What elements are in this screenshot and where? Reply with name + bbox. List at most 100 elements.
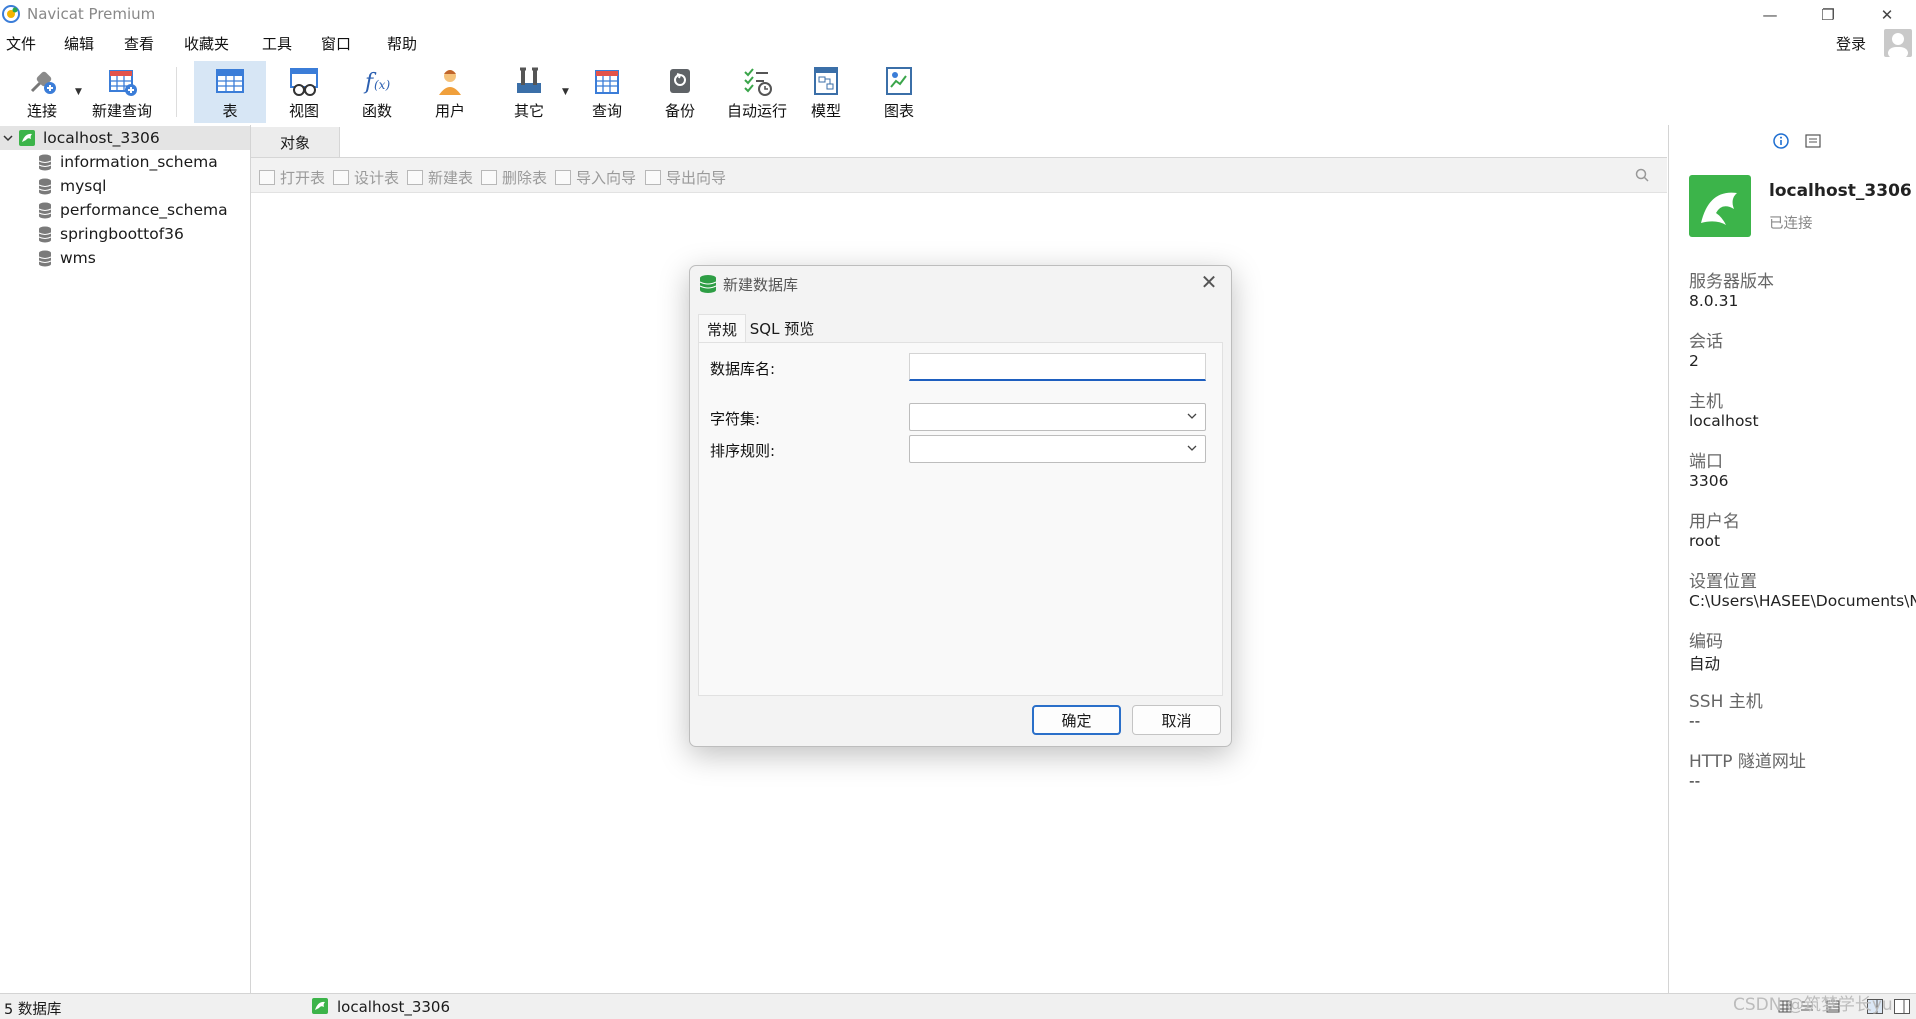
ddl-pane-toggle-icon[interactable]	[1894, 999, 1910, 1014]
menu-favorites[interactable]: 收藏夹	[184, 33, 229, 54]
backup-button[interactable]: 备份	[644, 61, 716, 123]
chart-label: 图表	[883, 102, 914, 120]
view-button[interactable]: 视图	[268, 61, 340, 123]
info-value: --	[1689, 772, 1701, 790]
info-key: 设置位置	[1689, 572, 1757, 592]
cancel-button[interactable]: 取消	[1132, 705, 1221, 735]
menu-tools[interactable]: 工具	[262, 33, 292, 54]
tab-sql-preview[interactable]: SQL 预览	[747, 314, 817, 342]
database-green-icon	[699, 275, 717, 293]
chart-icon	[886, 67, 912, 95]
menu-file[interactable]: 文件	[6, 33, 36, 54]
design-table-icon	[333, 170, 349, 185]
info-key: 服务器版本	[1689, 272, 1774, 292]
chevron-down-icon[interactable]	[3, 133, 13, 143]
menu-edit[interactable]: 编辑	[64, 33, 94, 54]
mysql-dolphin-icon	[1701, 192, 1737, 225]
tree-database-item[interactable]: springboottof36	[0, 222, 250, 246]
close-window-button[interactable]: ✕	[1858, 0, 1916, 29]
new-table-icon	[407, 170, 423, 185]
ddl-icon[interactable]	[1805, 134, 1821, 148]
window-title: Navicat Premium	[27, 5, 156, 23]
collation-select[interactable]	[909, 435, 1206, 463]
toolbar-divider	[176, 67, 177, 117]
import-wizard-button[interactable]: 导入向导	[555, 167, 636, 188]
query-label: 查询	[591, 102, 622, 120]
tree-database-item[interactable]: wms	[0, 246, 250, 270]
others-button[interactable]: 其它	[493, 61, 565, 123]
database-icon	[38, 250, 52, 266]
new-query-label: 新建查询	[91, 102, 152, 120]
tree-database-label: information_schema	[60, 153, 218, 171]
model-button[interactable]: 模型	[790, 61, 862, 123]
charset-select[interactable]	[909, 403, 1206, 431]
info-value: 自动	[1689, 655, 1721, 673]
user-icon	[439, 70, 461, 95]
export-icon	[645, 170, 661, 185]
chevron-down-icon	[1187, 413, 1197, 419]
status-bar: 5 数据库 localhost_3306	[0, 993, 1916, 1019]
connection-tree: localhost_3306 information_schema mysql …	[0, 125, 251, 993]
main-toolbar: 连接 ▼ 新建查询 表 视图 f (x) 函数 用户 其它 ▼ 查询 备份 自动…	[0, 57, 1916, 125]
function-icon: f (x)	[363, 70, 390, 95]
delete-table-button[interactable]: 删除表	[481, 167, 547, 188]
object-toolbar: 打开表 设计表 新建表 删除表 导入向导 导出向导	[251, 158, 1667, 193]
database-icon	[38, 202, 52, 218]
user-avatar-icon	[1888, 33, 1908, 57]
connect-dropdown-icon[interactable]: ▼	[75, 87, 82, 97]
tree-database-item[interactable]: performance_schema	[0, 198, 250, 222]
info-key: 主机	[1689, 392, 1723, 412]
backup-label: 备份	[664, 102, 695, 120]
menu-view[interactable]: 查看	[124, 33, 154, 54]
tree-database-item[interactable]: mysql	[0, 174, 250, 198]
mysql-connection-icon	[312, 998, 328, 1014]
database-icon	[38, 226, 52, 242]
avatar[interactable]	[1884, 29, 1912, 57]
info-icon[interactable]	[1773, 133, 1789, 149]
backup-icon	[670, 69, 690, 93]
db-name-input[interactable]	[909, 353, 1206, 381]
menu-window[interactable]: 窗口	[321, 33, 351, 54]
connect-label: 连接	[26, 102, 57, 120]
open-table-label: 打开表	[280, 169, 326, 187]
info-value: root	[1689, 532, 1721, 550]
tab-general[interactable]: 常规	[698, 314, 746, 343]
table-icon	[216, 69, 244, 93]
new-table-button[interactable]: 新建表	[407, 167, 473, 188]
import-icon	[555, 170, 571, 185]
info-key: 端口	[1689, 452, 1723, 472]
tab-objects[interactable]: 对象	[251, 127, 340, 157]
dialog-title: 新建数据库	[723, 276, 799, 294]
table-button[interactable]: 表	[194, 61, 266, 123]
function-button[interactable]: f (x) 函数	[341, 61, 413, 123]
ok-button[interactable]: 确定	[1032, 705, 1121, 735]
others-dropdown-icon[interactable]: ▼	[562, 87, 569, 97]
new-database-dialog: 新建数据库 ✕ 常规 SQL 预览 数据库名: 字符集: 排序规则: 确定 取消	[689, 265, 1232, 747]
user-button[interactable]: 用户	[414, 61, 486, 123]
open-table-button[interactable]: 打开表	[259, 167, 325, 188]
query-button[interactable]: 查询	[571, 61, 643, 123]
new-query-button[interactable]: 新建查询	[84, 61, 160, 123]
charset-label: 字符集:	[710, 410, 761, 428]
info-value: --	[1689, 712, 1701, 730]
tree-database-label: springboottof36	[60, 225, 184, 243]
search-icon[interactable]	[1635, 168, 1649, 182]
status-db-count: 5 数据库	[4, 1002, 62, 1018]
minimize-button[interactable]: —	[1741, 0, 1799, 29]
design-table-button[interactable]: 设计表	[333, 167, 399, 188]
dialog-close-button[interactable]: ✕	[1197, 270, 1221, 294]
status-connection: localhost_3306	[337, 998, 451, 1016]
open-table-icon	[259, 170, 275, 185]
tree-connection-item[interactable]: localhost_3306	[0, 126, 250, 150]
restore-button[interactable]: ❐	[1799, 0, 1857, 29]
info-key: SSH 主机	[1689, 692, 1763, 712]
automation-button[interactable]: 自动运行	[717, 61, 797, 123]
chart-button[interactable]: 图表	[863, 61, 935, 123]
menu-help[interactable]: 帮助	[387, 33, 417, 54]
tree-connection-label: localhost_3306	[43, 129, 160, 147]
tree-database-item[interactable]: information_schema	[0, 150, 250, 174]
login-link[interactable]: 登录	[1836, 33, 1866, 54]
export-wizard-button[interactable]: 导出向导	[645, 167, 726, 188]
connect-button[interactable]: 连接	[6, 61, 78, 123]
model-icon	[814, 67, 838, 95]
